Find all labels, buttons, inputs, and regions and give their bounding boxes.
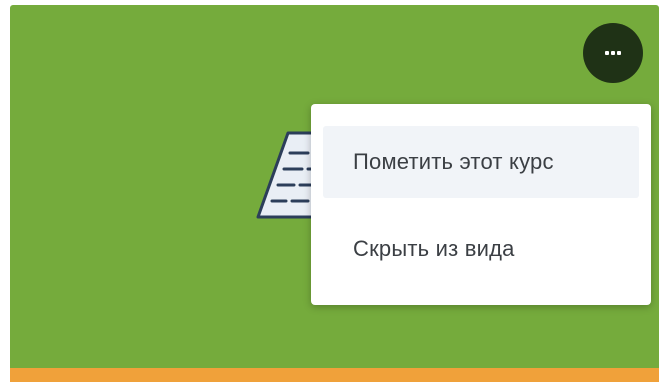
menu-item-hide-course[interactable]: Скрыть из вида [323,213,639,285]
menu-item-star-course[interactable]: Пометить этот курс [323,126,639,198]
more-horizontal-icon [605,51,621,55]
more-options-button[interactable] [583,23,643,83]
course-options-menu: Пометить этот курс Скрыть из вида [311,104,651,305]
card-color-bar [10,368,659,382]
